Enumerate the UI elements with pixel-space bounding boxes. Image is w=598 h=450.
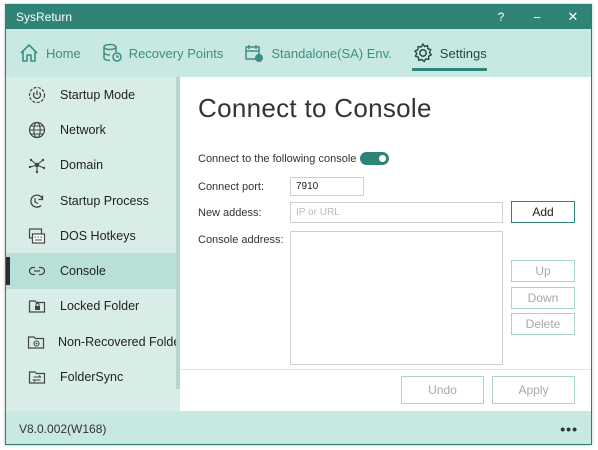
console-address-list[interactable] <box>290 231 503 365</box>
home-icon <box>18 42 40 64</box>
connect-console-row: Connect to the following console <box>198 152 390 165</box>
delete-button[interactable]: Delete <box>511 313 575 335</box>
sidebar-item-network[interactable]: Network <box>6 112 180 147</box>
locked-folder-icon <box>26 295 48 317</box>
sidebar-item-label: Network <box>60 122 106 137</box>
more-options-button[interactable]: ••• <box>560 421 578 437</box>
gear-icon <box>412 42 434 64</box>
connect-console-label: Connect to the following console <box>198 152 357 165</box>
connect-console-toggle[interactable] <box>360 152 390 165</box>
nav-home[interactable]: Home <box>18 29 81 77</box>
sidebar-item-label: Console <box>60 264 106 279</box>
folder-sync-icon <box>26 366 48 388</box>
version-label: V8.0.002(W168) <box>19 421 107 436</box>
process-cycle-icon <box>26 190 48 212</box>
new-address-input[interactable] <box>290 202 503 223</box>
sidebar-item-label: Domain <box>60 158 104 173</box>
title-bar: SysReturn ? − ✕ <box>6 5 591 29</box>
window-title: SysReturn <box>16 10 73 24</box>
sidebar-item-domain[interactable]: Domain <box>6 148 180 183</box>
sidebar-item-startup-process[interactable]: Startup Process <box>6 183 180 218</box>
sidebar-item-label: Startup Process <box>60 193 149 208</box>
console-address-label: Console address: <box>198 234 284 246</box>
power-gear-icon <box>26 84 48 106</box>
network-nodes-icon <box>26 154 48 176</box>
sidebar-item-label: DOS Hotkeys <box>60 228 136 243</box>
globe-icon <box>26 119 48 141</box>
status-bar: V8.0.002(W168) ••• <box>6 411 591 444</box>
sidebar-item-label: Locked Folder <box>60 299 140 314</box>
apply-button[interactable]: Apply <box>492 376 575 404</box>
folder-icon <box>26 331 46 353</box>
close-button[interactable]: ✕ <box>555 5 591 29</box>
nav-home-label: Home <box>46 45 81 61</box>
action-footer: Undo Apply <box>180 369 591 411</box>
minimize-button[interactable]: − <box>519 5 555 29</box>
sidebar-item-console[interactable]: Console <box>6 253 180 289</box>
sidebar-item-locked-folder[interactable]: Locked Folder <box>6 289 180 324</box>
link-icon <box>26 260 48 282</box>
sidebar-item-non-recovered-folder[interactable]: Non-Recovered Folder <box>6 324 184 359</box>
console-settings-panel: Connect to Console Connect to the follow… <box>180 77 591 411</box>
nav-settings[interactable]: Settings <box>411 29 487 77</box>
move-down-button[interactable]: Down <box>511 287 575 309</box>
page-title: Connect to Console <box>198 93 432 123</box>
connect-port-label: Connect port: <box>198 181 265 193</box>
sidebar-item-label: Non-Recovered Folder <box>58 334 185 349</box>
settings-sidebar: Startup Mode Network Domain Startup Proc… <box>6 77 184 411</box>
nav-standalone-env-label: Standalone(SA) Env. <box>271 45 392 61</box>
nav-recovery-points-label: Recovery Points <box>128 45 224 61</box>
sidebar-item-dos-hotkeys[interactable]: DOS Hotkeys <box>6 218 180 253</box>
top-navigation: Home Recovery Points Standalone(SA) Env.… <box>6 29 591 77</box>
new-address-label: New addess: <box>198 207 262 219</box>
sidebar-item-foldersync[interactable]: FolderSync <box>6 359 180 394</box>
connect-port-input[interactable] <box>290 177 364 196</box>
sidebar-item-label: FolderSync <box>60 370 124 385</box>
nav-recovery-points[interactable]: Recovery Points <box>101 29 224 77</box>
add-button[interactable]: Add <box>511 201 575 223</box>
undo-button[interactable]: Undo <box>401 376 484 404</box>
toggle-knob <box>379 155 387 162</box>
database-restore-icon <box>101 42 123 64</box>
sidebar-item-label: Startup Mode <box>60 87 136 102</box>
nav-settings-label: Settings <box>439 45 487 61</box>
help-button[interactable]: ? <box>483 5 519 29</box>
move-up-button[interactable]: Up <box>511 260 575 282</box>
calendar-record-icon <box>243 42 265 64</box>
keyboard-icon <box>26 225 48 247</box>
nav-standalone-env[interactable]: Standalone(SA) Env. <box>243 29 392 77</box>
app-window: SysReturn ? − ✕ Home Recovery Points Sta… <box>5 4 592 445</box>
sidebar-item-startup-mode[interactable]: Startup Mode <box>6 77 180 112</box>
